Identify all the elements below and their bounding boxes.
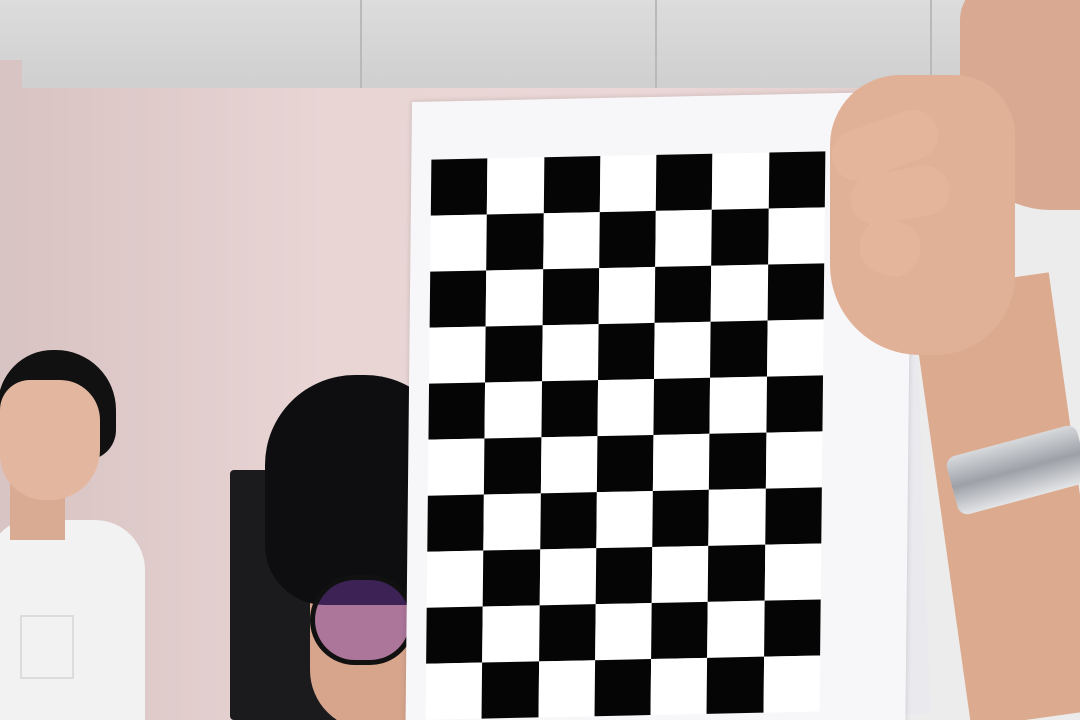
checkerboard-square — [539, 548, 597, 606]
checkerboard-square — [538, 604, 596, 662]
checkerboard-square — [597, 322, 655, 381]
checkerboard-square — [763, 599, 821, 657]
checkerboard-square — [768, 151, 826, 209]
checkerboard-square — [426, 606, 483, 664]
checkerboard-square — [767, 263, 825, 321]
ceiling-seam — [360, 0, 362, 90]
checkerboard-square — [709, 432, 767, 490]
glasses — [310, 575, 415, 665]
checkerboard-square — [599, 154, 657, 213]
checkerboard-square — [763, 655, 821, 713]
checkerboard-square — [538, 660, 595, 718]
checkerboard-square — [598, 266, 656, 325]
checkerboard-square — [430, 214, 488, 272]
checkerboard-square — [543, 156, 601, 214]
checkerboard-square — [481, 661, 539, 719]
checkerboard-square — [764, 487, 822, 545]
checkerboard-square — [710, 320, 768, 378]
checkerboard-square — [655, 209, 713, 267]
checkerboard-square — [482, 605, 540, 663]
checkerboard-square — [766, 319, 824, 377]
checkerboard-square — [539, 492, 597, 550]
ceiling-seam — [655, 0, 657, 90]
checkerboard-square — [655, 153, 713, 211]
checkerboard-square — [542, 212, 600, 270]
checkerboard-square — [712, 152, 770, 210]
checkerboard — [425, 151, 826, 720]
checkerboard-square — [482, 549, 540, 607]
checkerboard-square — [486, 213, 544, 271]
checkerboard-square — [599, 210, 656, 269]
checkerboard-square — [653, 433, 710, 491]
checkerboard-square — [540, 436, 598, 494]
checkerboard-square — [711, 264, 768, 322]
checkerboard-square — [653, 377, 711, 435]
checkerboard-square — [427, 494, 485, 552]
person-left-face — [0, 380, 100, 500]
checkerboard-square — [651, 601, 709, 660]
checkerboard-square — [767, 207, 825, 265]
checkerboard-square — [709, 376, 767, 434]
checkerboard-square — [594, 603, 652, 661]
shirt-pocket — [20, 615, 74, 679]
checkerboard-square — [425, 662, 483, 720]
checkerboard-square — [430, 158, 488, 216]
checkerboard-square — [597, 378, 655, 437]
checkerboard-square — [765, 431, 823, 489]
checkerboard-square — [541, 380, 598, 438]
checkerboard-square — [654, 321, 712, 379]
checkerboard-square — [650, 657, 708, 716]
checkerboard-square — [706, 656, 764, 714]
checkerboard-square — [485, 325, 543, 383]
checkerboard-square — [485, 269, 543, 327]
checkerboard-square — [429, 270, 487, 328]
checkerboard-square — [651, 545, 709, 604]
checkerboard-square — [484, 381, 542, 439]
photo-scene — [0, 0, 1080, 720]
checkerboard-square — [596, 434, 654, 493]
checkerboard-square — [483, 493, 541, 551]
checkerboard-square — [708, 544, 765, 602]
checkerboard-square — [711, 208, 769, 266]
checkerboard-square — [596, 490, 654, 549]
checkerboard-square — [484, 437, 542, 495]
checkerboard-square — [542, 268, 600, 326]
checkerboard-square — [595, 546, 653, 605]
checkerboard-square — [766, 375, 824, 433]
checkerboard-square — [654, 265, 712, 323]
checkerboard-square — [764, 543, 822, 601]
checkerboard-square — [487, 157, 544, 215]
checkerboard-square — [429, 326, 486, 384]
checkerboard-square — [708, 488, 766, 546]
checkerboard-square — [594, 659, 652, 717]
checkerboard-square — [428, 382, 486, 440]
checkerboard-square — [426, 550, 484, 608]
checkerboard-square — [652, 489, 710, 547]
checkerboard-square — [427, 438, 485, 496]
checkerboard-square — [541, 324, 599, 382]
person-left — [0, 350, 150, 720]
checkerboard-square — [707, 600, 765, 658]
